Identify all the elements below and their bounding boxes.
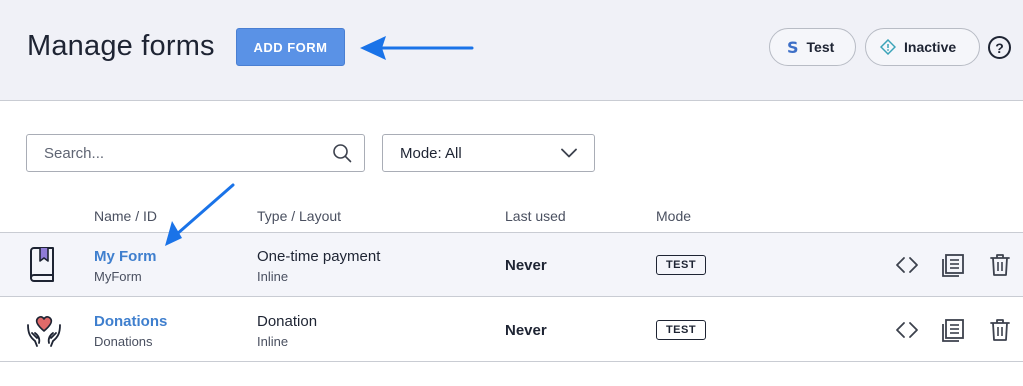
entries-document-icon[interactable] [941,318,965,342]
table-row[interactable]: Donations Donations Donation Inline Neve… [0,298,1023,362]
form-id: Donations [94,334,153,349]
inactive-label: Inactive [904,39,957,55]
form-id: MyForm [94,269,142,284]
last-used-value: Never [505,257,547,274]
page-header: Manage forms ADD FORM S Test Inactive ? [0,0,1023,101]
test-mode-toggle[interactable]: S Test [769,28,856,66]
mode-select-value: Mode: All [400,144,462,162]
table-header: Name / ID Type / Layout Last used Mode [0,198,1023,233]
diamond-info-icon [880,39,896,55]
heart-hands-icon [25,311,63,354]
search-input[interactable] [44,144,332,162]
embed-code-icon[interactable] [895,318,919,342]
form-layout: Inline [257,269,289,284]
column-header-name[interactable]: Name / ID [94,208,157,224]
form-type: Donation [257,313,318,330]
add-form-button[interactable]: ADD FORM [236,28,345,66]
entries-document-icon[interactable] [941,253,965,277]
inactive-status-button[interactable]: Inactive [865,28,980,66]
search-box [26,134,365,172]
form-name-link[interactable]: Donations [94,313,167,330]
search-icon[interactable] [332,143,352,163]
test-mode-label: Test [806,39,835,55]
trash-icon[interactable] [989,253,1011,277]
embed-code-icon[interactable] [895,253,919,277]
form-layout: Inline [257,334,289,349]
table-row[interactable]: My Form MyForm One-time payment Inline N… [0,233,1023,297]
last-used-value: Never [505,322,547,339]
annotation-arrow-icon [165,183,235,246]
help-icon[interactable]: ? [988,36,1011,59]
column-header-mode[interactable]: Mode [656,208,691,224]
mode-badge: TEST [656,320,706,340]
form-name-link[interactable]: My Form [94,248,157,265]
chevron-down-icon [561,145,577,162]
page-title: Manage forms [27,30,215,62]
stripe-s-icon: S [787,37,799,57]
form-type: One-time payment [257,248,381,265]
column-header-type[interactable]: Type / Layout [257,208,341,224]
annotation-arrow-icon [360,36,474,60]
mode-badge: TEST [656,255,706,275]
column-header-last-used[interactable]: Last used [505,208,566,224]
trash-icon[interactable] [989,318,1011,342]
book-bookmark-icon [25,246,61,289]
mode-select[interactable]: Mode: All [382,134,595,172]
